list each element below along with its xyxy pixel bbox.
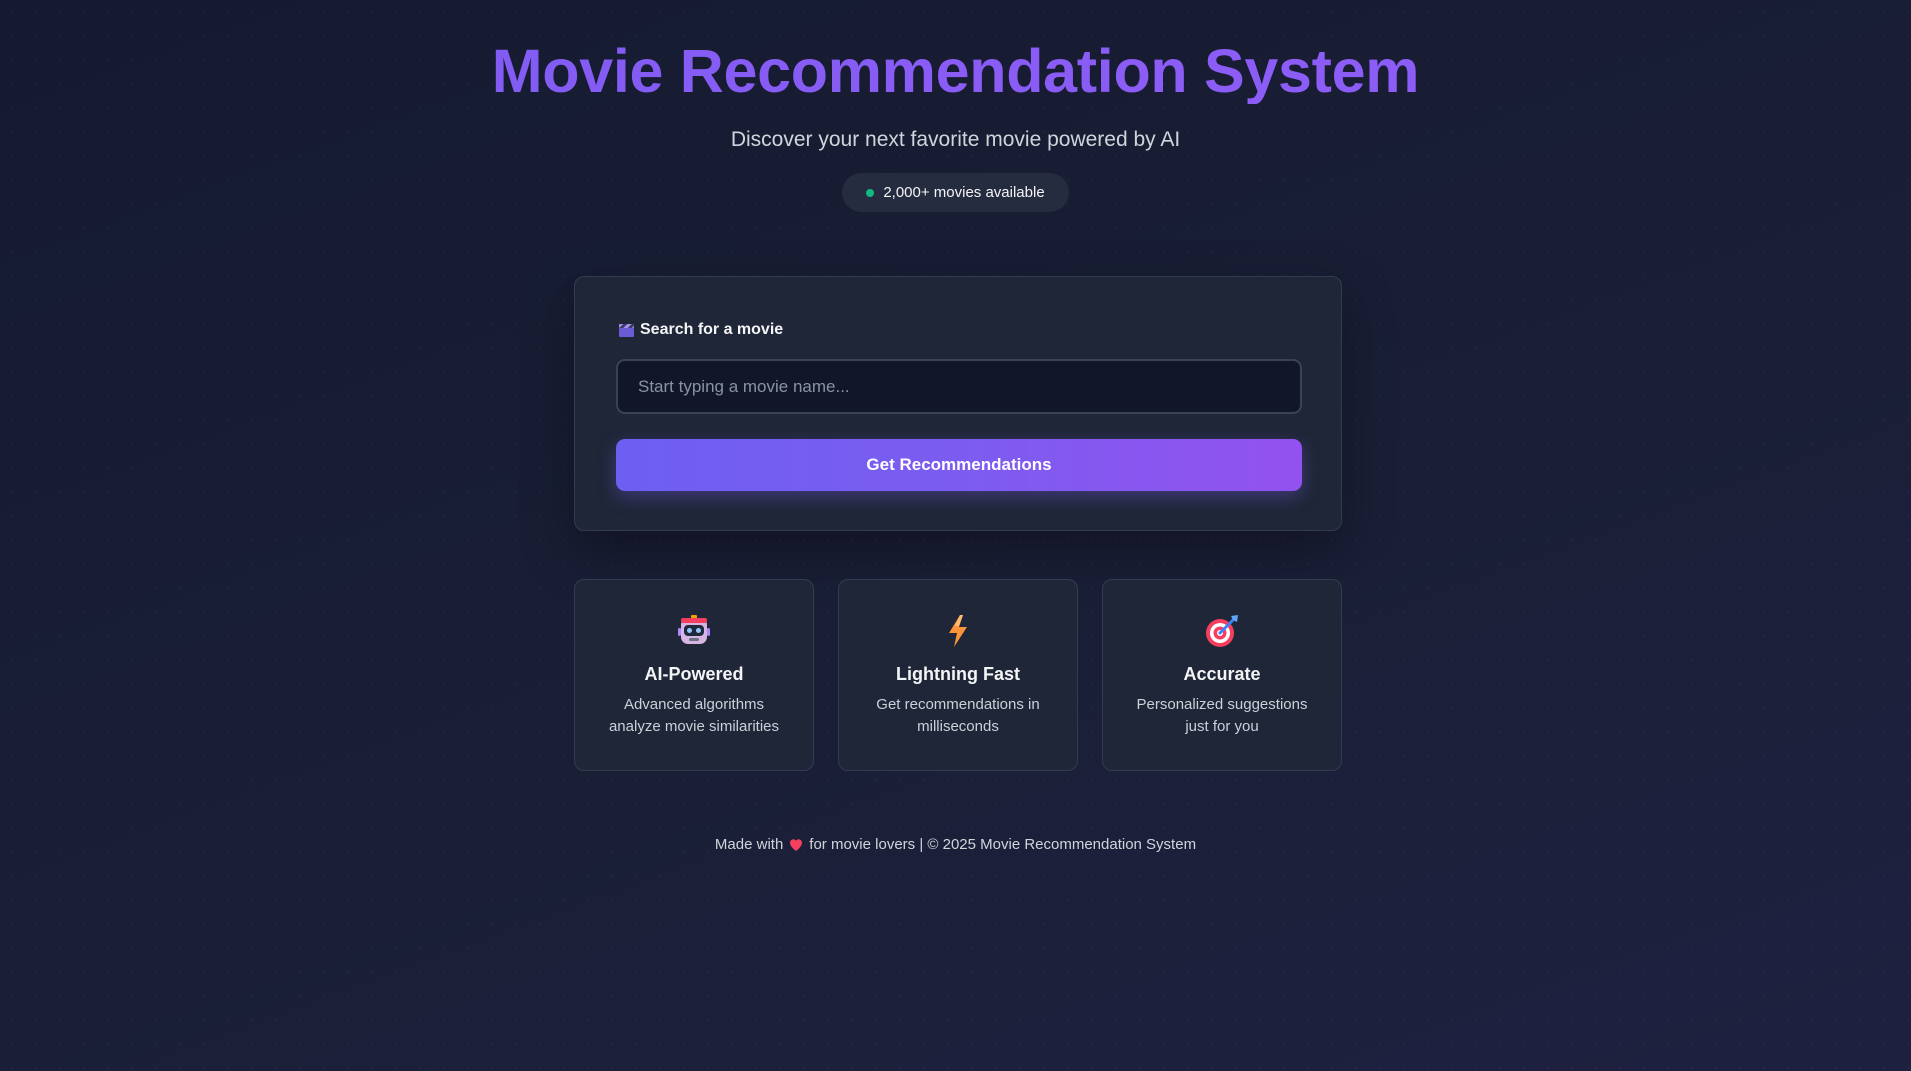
movie-count-text: 2,000+ movies available bbox=[883, 184, 1045, 201]
footer-suffix: for movie lovers | © 2025 Movie Recommen… bbox=[809, 836, 1197, 853]
feature-title: AI-Powered bbox=[644, 664, 744, 684]
heart-icon bbox=[789, 838, 803, 852]
feature-description: Personalized suggestions just for you bbox=[1136, 696, 1308, 735]
page-footer: Made with for movie lovers | © 2025 Movi… bbox=[0, 836, 1911, 853]
feature-title: Accurate bbox=[1183, 664, 1261, 684]
get-recommendations-button[interactable]: Get Recommendations bbox=[616, 439, 1302, 491]
feature-title: Lightning Fast bbox=[896, 664, 1020, 684]
lightning-icon bbox=[839, 613, 1077, 649]
search-label-text: Search for a movie bbox=[640, 321, 784, 338]
robot-icon bbox=[575, 613, 813, 649]
movie-search-input[interactable] bbox=[616, 359, 1302, 414]
features-section: AI-Powered Advanced algorithms analyze m… bbox=[574, 579, 1342, 771]
badge-container: 2,000+ movies available bbox=[0, 173, 1911, 212]
status-dot-icon bbox=[866, 188, 875, 197]
page-title: Movie Recommendation System bbox=[0, 38, 1911, 104]
feature-card-lightning-fast: Lightning Fast Get recommendations in mi… bbox=[838, 579, 1078, 771]
feature-description: Get recommendations in milliseconds bbox=[876, 696, 1040, 735]
target-icon bbox=[1103, 613, 1341, 649]
search-label: Search for a movie bbox=[619, 321, 783, 339]
page-subtitle: Discover your next favorite movie powere… bbox=[730, 128, 1181, 151]
footer-prefix: Made with bbox=[714, 836, 784, 853]
feature-card-ai-powered: AI-Powered Advanced algorithms analyze m… bbox=[574, 579, 814, 771]
page-header: Movie Recommendation System bbox=[0, 0, 1911, 104]
search-card: Search for a movie Get Recommendations bbox=[574, 276, 1342, 531]
clapperboard-icon bbox=[619, 323, 634, 337]
feature-card-accurate: Accurate Personalized suggestions just f… bbox=[1102, 579, 1342, 771]
feature-description: Advanced algorithms analyze movie simila… bbox=[608, 696, 780, 735]
movie-count-badge: 2,000+ movies available bbox=[842, 173, 1069, 212]
